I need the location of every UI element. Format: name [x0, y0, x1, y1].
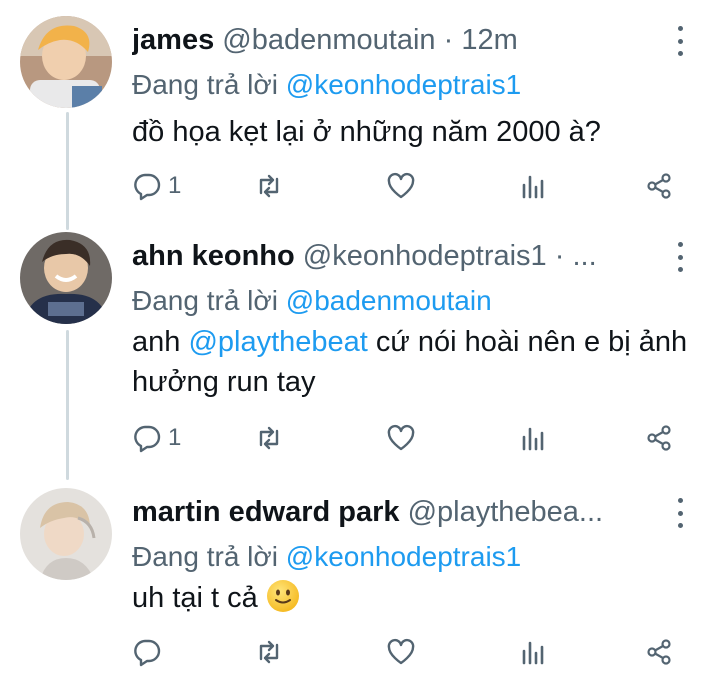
more-icon[interactable] — [670, 26, 690, 56]
more-icon[interactable] — [670, 498, 690, 528]
avatar-photo — [20, 16, 112, 108]
share-button[interactable] — [644, 418, 674, 458]
tweet-mention[interactable]: @playthebeat — [188, 326, 367, 358]
tweet-text: đồ họa kẹt lại ở những năm 2000 à? — [132, 116, 601, 148]
reply-icon — [134, 173, 161, 201]
like-icon — [387, 638, 415, 665]
like-icon — [387, 172, 415, 199]
views-button[interactable] — [518, 632, 548, 672]
reply-button[interactable]: 1 — [132, 166, 181, 206]
views-icon — [522, 641, 544, 665]
retweet-icon — [259, 174, 279, 198]
reply-tweet[interactable]: ahn keonho @keonhodeptrais1 · ... Đang t… — [0, 232, 720, 472]
avatar[interactable] — [20, 488, 112, 580]
views-icon — [522, 175, 544, 199]
replying-to: Đang trả lời @badenmoutain — [132, 282, 492, 320]
action-bar: 1 — [132, 418, 680, 458]
display-name[interactable]: martin edward park — [132, 496, 400, 528]
views-icon — [522, 427, 544, 451]
replying-to-mention[interactable]: @badenmoutain — [286, 285, 492, 316]
display-name[interactable]: james — [132, 24, 214, 56]
action-bar — [132, 632, 680, 672]
replying-to: Đang trả lời @keonhodeptrais1 — [132, 66, 521, 104]
reply-icon — [134, 425, 161, 453]
tweet-text: anh @playthebeat cứ nói hoài nên e bị ản… — [132, 322, 692, 402]
tweet-text-start: anh — [132, 326, 189, 358]
share-icon — [647, 425, 671, 451]
user-handle[interactable]: @keonhodeptrais1 — [303, 240, 547, 272]
avatar[interactable] — [20, 232, 112, 324]
like-button[interactable] — [386, 418, 416, 458]
retweet-button[interactable] — [254, 166, 284, 206]
like-icon — [387, 424, 415, 451]
timestamp: · ... — [546, 240, 597, 272]
reply-count: 1 — [168, 172, 182, 199]
avatar-photo — [20, 488, 112, 580]
avatar[interactable] — [20, 16, 112, 108]
timestamp: · 12m — [435, 24, 518, 56]
avatar-photo — [20, 232, 112, 324]
share-button[interactable] — [644, 166, 674, 206]
reply-tweet[interactable]: james @badenmoutain · 12m Đang trả lời @… — [0, 16, 720, 216]
reply-icon — [134, 639, 161, 667]
tweet-text-start: uh tại t cả — [132, 582, 258, 614]
user-handle[interactable]: @badenmoutain — [222, 24, 435, 56]
retweet-icon — [259, 640, 279, 664]
share-icon — [647, 639, 671, 665]
views-button[interactable] — [518, 418, 548, 458]
share-icon — [647, 173, 671, 199]
like-button[interactable] — [386, 632, 416, 672]
share-button[interactable] — [644, 632, 674, 672]
tweet-text: uh tại t cả — [132, 578, 692, 618]
replying-to-label: Đang trả lời — [132, 541, 286, 572]
action-bar: 1 — [132, 166, 680, 206]
slightly-smiling-face-icon — [266, 580, 299, 612]
replying-to-label: Đang trả lời — [132, 69, 286, 100]
views-button[interactable] — [518, 166, 548, 206]
tweet-header: ahn keonho @keonhodeptrais1 · ... — [132, 236, 660, 276]
tweet-header: martin edward park @playthebea... — [132, 492, 660, 532]
tweet-header: james @badenmoutain · 12m — [132, 20, 660, 60]
replying-to: Đang trả lời @keonhodeptrais1 — [132, 538, 521, 576]
reply-button[interactable]: 1 — [132, 418, 181, 458]
reply-button[interactable] — [132, 632, 168, 672]
user-handle[interactable]: @playthebea... — [408, 496, 604, 528]
display-name[interactable]: ahn keonho — [132, 240, 295, 272]
replying-to-label: Đang trả lời — [132, 285, 286, 316]
retweet-button[interactable] — [254, 418, 284, 458]
like-button[interactable] — [386, 166, 416, 206]
retweet-icon — [259, 426, 279, 450]
retweet-button[interactable] — [254, 632, 284, 672]
reply-tweet[interactable]: martin edward park @playthebea... Đang t… — [0, 488, 720, 678]
replying-to-mention[interactable]: @keonhodeptrais1 — [286, 541, 521, 572]
more-icon[interactable] — [670, 242, 690, 272]
reply-count: 1 — [168, 424, 182, 451]
replying-to-mention[interactable]: @keonhodeptrais1 — [286, 69, 521, 100]
